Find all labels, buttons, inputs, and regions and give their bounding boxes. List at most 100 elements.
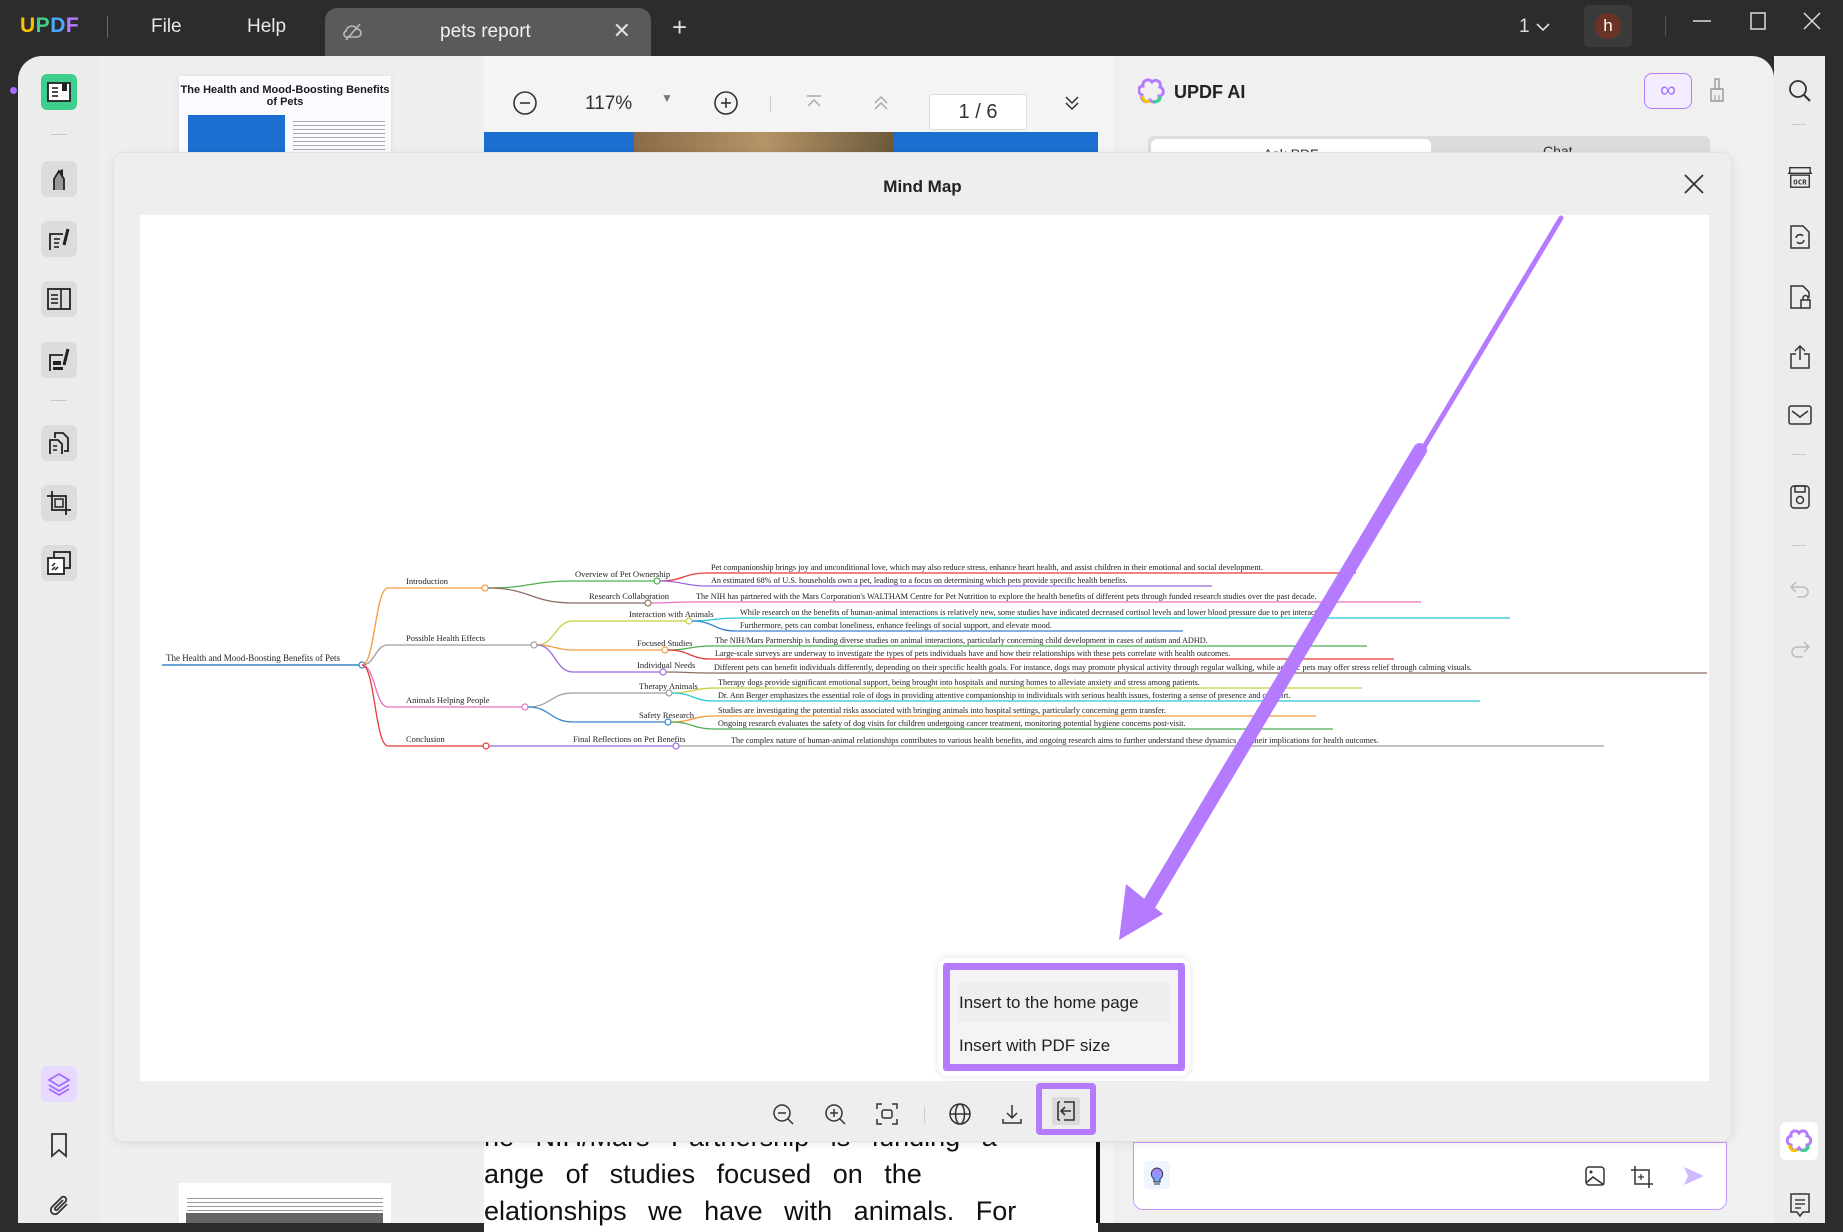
crop-tool[interactable] <box>41 485 77 521</box>
leaf-label: Dr. Ann Berger emphasizes the essential … <box>718 691 1290 700</box>
first-page-button[interactable] <box>804 93 824 119</box>
lightbulb-icon <box>1150 1167 1164 1185</box>
bookmark-button[interactable] <box>49 1132 69 1163</box>
updf-ai-button[interactable] <box>1780 1122 1818 1160</box>
maximize-button[interactable] <box>1747 10 1769 38</box>
leaf-label: An estimated 68% of U.S. households own … <box>711 576 1128 585</box>
close-dialog-button[interactable] <box>1683 171 1705 202</box>
svg-text:OCR: OCR <box>1793 177 1807 186</box>
menu-help[interactable]: Help <box>247 16 286 38</box>
tab-title: pets report <box>440 21 531 42</box>
insert-icon <box>1057 1101 1075 1121</box>
signature-icon <box>49 348 70 371</box>
leaf-label: Therapy dogs provide significant emotion… <box>718 678 1200 687</box>
lock-file-icon <box>1790 285 1811 309</box>
next-page-button[interactable] <box>1062 93 1082 119</box>
fill-sign-tool[interactable] <box>41 342 77 378</box>
prompt-suggestions-button[interactable] <box>1144 1161 1170 1189</box>
open-in-browser-button[interactable] <box>947 1101 973 1127</box>
branch-node-handle[interactable] <box>481 584 489 592</box>
leaf-connector <box>667 649 712 660</box>
fit-to-screen-button[interactable] <box>874 1101 900 1127</box>
mind-map-canvas[interactable]: The Health and Mood-Boosting Benefits of… <box>140 215 1709 1081</box>
subbranch-node-handle[interactable] <box>644 599 652 607</box>
insert-button-highlight <box>1036 1083 1096 1135</box>
email-button[interactable] <box>1787 402 1813 428</box>
branch-node-handle[interactable] <box>521 703 529 711</box>
screenshot-button[interactable] <box>1630 1165 1654 1194</box>
ocr-button[interactable]: OCR <box>1787 164 1813 190</box>
save-button[interactable] <box>1787 484 1813 510</box>
previous-page-button[interactable] <box>871 93 891 119</box>
bookmark-icon <box>51 1133 67 1158</box>
document-tab[interactable]: pets report ✕ <box>325 8 651 56</box>
minus-circle-icon <box>513 91 537 115</box>
new-tab-button[interactable]: + <box>672 12 687 43</box>
window-selector[interactable]: 1 <box>1519 16 1551 38</box>
reader-tool[interactable] <box>41 74 77 110</box>
close-window-button[interactable] <box>1801 10 1823 38</box>
redo-button[interactable] <box>1787 636 1813 662</box>
redo-icon <box>1791 641 1811 658</box>
upload-image-button[interactable] <box>1584 1165 1606 1192</box>
leaf-label: While research on the benefits of human-… <box>740 608 1329 617</box>
watermark-tool[interactable] <box>41 545 77 581</box>
comment-tool[interactable] <box>41 161 77 197</box>
share-button[interactable] <box>1787 344 1813 370</box>
subbranch-node-handle[interactable] <box>665 689 673 697</box>
page-number-input[interactable]: 1 / 6 <box>929 94 1027 130</box>
globe-icon <box>949 1103 971 1125</box>
convert-button[interactable] <box>1787 224 1813 250</box>
zoom-level[interactable]: 117% <box>585 93 632 115</box>
ai-prompt-input[interactable] <box>1133 1142 1727 1210</box>
leaf-connector <box>691 620 737 632</box>
menu-item-insert-pdf-size[interactable]: Insert with PDF size <box>959 1036 1169 1056</box>
insert-to-pdf-button[interactable] <box>1052 1097 1080 1125</box>
subbranch-node-handle[interactable] <box>659 668 667 676</box>
clear-chat-button[interactable] <box>1708 77 1726 108</box>
crop-icon <box>47 491 71 515</box>
menu-file[interactable]: File <box>151 16 182 38</box>
updf-logo: UPDF <box>20 14 80 37</box>
leaf-connector <box>659 580 708 587</box>
send-button[interactable] <box>1682 1165 1706 1192</box>
mind-map-toolbar <box>114 1093 1731 1133</box>
minimize-button[interactable] <box>1691 10 1713 38</box>
tab-close-icon[interactable]: ✕ <box>613 18 631 44</box>
mindmap-zoom-out-button[interactable] <box>770 1101 796 1127</box>
subbranch-node-handle[interactable] <box>653 577 661 585</box>
menu-item-insert-home-page[interactable]: Insert to the home page <box>959 982 1169 1022</box>
layers-tool[interactable] <box>41 1066 77 1102</box>
zoom-out-icon <box>773 1104 794 1125</box>
ocr-icon: OCR <box>1787 167 1813 188</box>
subbranch-node-handle[interactable] <box>685 617 693 625</box>
subbranch-connector <box>536 644 574 673</box>
download-button[interactable] <box>999 1101 1025 1127</box>
page-thumbnail-2[interactable] <box>179 1183 391 1223</box>
subbranch-node-handle[interactable] <box>672 742 680 750</box>
mindmap-zoom-in-button[interactable] <box>822 1101 848 1127</box>
mail-icon <box>1788 405 1812 425</box>
subbranch-connector <box>527 706 574 723</box>
branch-node-handle[interactable] <box>482 742 490 750</box>
zoom-in-button[interactable] <box>713 90 739 122</box>
subbranch-node-handle[interactable] <box>664 718 672 726</box>
zoom-out-button[interactable] <box>512 90 538 122</box>
unlimited-button[interactable]: ∞ <box>1644 73 1692 109</box>
search-button[interactable] <box>1787 78 1813 104</box>
mind-map-dialog: Mind Map The Health and Mood-Boosting Be… <box>113 152 1732 1142</box>
zoom-dropdown-icon[interactable]: ▼ <box>661 91 673 105</box>
branch-node-handle[interactable] <box>530 641 538 649</box>
subbranch-label: Safety Research <box>639 710 695 720</box>
protect-button[interactable] <box>1787 284 1813 310</box>
organize-pages-tool[interactable] <box>41 425 77 461</box>
undo-button[interactable] <box>1787 576 1813 602</box>
cloud-off-icon <box>341 20 365 49</box>
account-button[interactable]: h <box>1584 5 1632 47</box>
subbranch-node-handle[interactable] <box>661 646 669 654</box>
comments-button[interactable] <box>1787 1192 1813 1218</box>
leaf-label: The NIH/Mars Partnership is funding dive… <box>715 636 1208 645</box>
edit-tool[interactable] <box>41 221 77 257</box>
form-tool[interactable] <box>41 281 77 317</box>
attachment-button[interactable] <box>47 1192 73 1225</box>
